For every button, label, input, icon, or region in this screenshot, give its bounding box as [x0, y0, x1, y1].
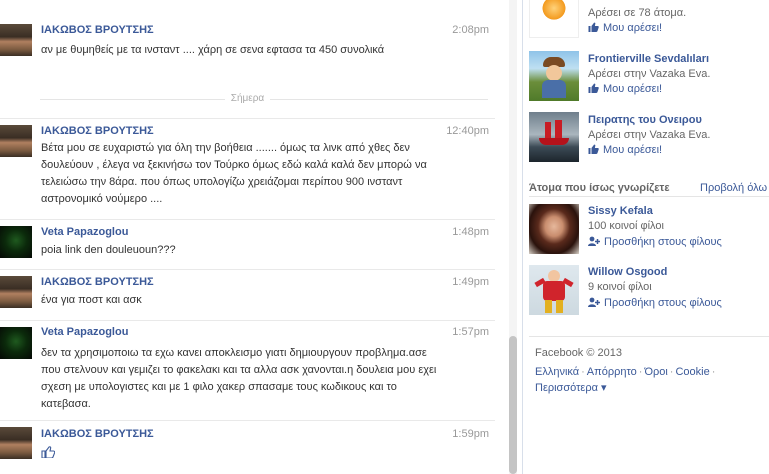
add-friend-icon — [588, 297, 600, 307]
message-time: 1:48pm — [452, 226, 489, 238]
footer-link-language[interactable]: Ελληνικά — [535, 366, 579, 378]
pymk-title: Άτομα που ίσως γνωρίζετε — [529, 182, 670, 194]
message-body: poia link den douleuoun??? — [41, 244, 176, 256]
page-like-label: Μου αρέσει! — [603, 144, 663, 156]
message-author[interactable]: ΙΑΚΩΒΟΣ ΒΡΟΥΤΣΗΣ — [41, 24, 154, 36]
footer-links: Ελληνικά · Απόρρητο · Όροι · Cookie · Περισσότε… — [535, 364, 765, 396]
message-body: δεν τα χρησιμοποιω τα εχω κανει αποκλεισ… — [41, 347, 437, 410]
person-name[interactable]: Sissy Kefala — [588, 205, 653, 217]
date-divider: Σήμερα — [0, 93, 495, 104]
avatar[interactable] — [0, 427, 32, 459]
add-friend-icon — [588, 236, 600, 246]
add-friend-button[interactable]: Προσθήκη στους φίλους — [588, 236, 722, 248]
page-liked-by: Αρέσει στην Vazaka Eva. — [588, 129, 711, 141]
right-sidebar: Αρέσει σε 78 άτομα. Μου αρέσει! Frontier… — [522, 0, 769, 474]
footer-link-privacy[interactable]: Απόρρητο — [587, 366, 637, 378]
divider — [529, 196, 769, 197]
message-author[interactable]: ΙΑΚΩΒΟΣ ΒΡΟΥΤΣΗΣ — [41, 428, 154, 440]
message-row: ΙΑΚΩΒΟΣ ΒΡΟΥΤΣΗΣ 1:59pm — [0, 420, 495, 474]
suggested-person: Willow Osgood 9 κοινοί φίλοι Προσθήκη στ… — [529, 265, 769, 317]
like-icon — [588, 83, 599, 93]
message-author[interactable]: ΙΑΚΩΒΟΣ ΒΡΟΥΤΣΗΣ — [41, 276, 154, 288]
avatar[interactable] — [0, 125, 32, 157]
message-author[interactable]: ΙΑΚΩΒΟΣ ΒΡΟΥΤΣΗΣ — [41, 125, 154, 137]
message-time: 1:57pm — [452, 326, 489, 338]
message-body: Βέτα μου σε ευχαριστώ για όλη την βοήθει… — [41, 142, 427, 205]
message-body — [41, 446, 446, 464]
message-body: ένα για ποστ και ασκ — [41, 294, 142, 306]
thumbs-up-icon — [41, 446, 56, 459]
like-icon — [588, 22, 599, 32]
footer-link-more[interactable]: Περισσότερα ▾ — [535, 382, 607, 394]
message-row: Veta Papazoglou 1:48pm poia link den dou… — [0, 219, 495, 269]
cowboy-page-thumb[interactable] — [529, 51, 579, 101]
person-name[interactable]: Willow Osgood — [588, 266, 667, 278]
ship-page-thumb[interactable] — [529, 112, 579, 162]
avatar[interactable] — [0, 276, 32, 308]
page-liked-by: Αρέσει στην Vazaka Eva. — [588, 68, 711, 80]
suggested-page: Αρέσει σε 78 άτομα. Μου αρέσει! — [529, 0, 769, 38]
page-like-label: Μου αρέσει! — [603, 22, 663, 34]
footer-link-terms[interactable]: Όροι — [644, 366, 667, 378]
add-friend-label: Προσθήκη στους φίλους — [604, 236, 722, 248]
add-friend-button[interactable]: Προσθήκη στους φίλους — [588, 297, 722, 309]
message-time: 1:59pm — [452, 428, 489, 440]
page-name[interactable]: Πειρατης του Ονειρου — [588, 114, 702, 126]
page-like-button[interactable]: Μου αρέσει! — [588, 22, 662, 34]
page-like-button[interactable]: Μου αρέσει! — [588, 83, 662, 95]
page-name[interactable]: Frontierville Sevdalıları — [588, 53, 709, 65]
cartoon-page-thumb[interactable] — [529, 0, 579, 38]
avatar[interactable] — [529, 265, 579, 315]
suggested-page: Πειρατης του Ονειρου Αρέσει στην Vazaka … — [529, 112, 769, 162]
avatar[interactable] — [0, 226, 32, 258]
message-row: Veta Papazoglou 1:57pm δεν τα χρησιμοποι… — [0, 320, 495, 420]
add-friend-label: Προσθήκη στους φίλους — [604, 297, 722, 309]
page-like-button[interactable]: Μου αρέσει! — [588, 144, 662, 156]
message-time: 1:49pm — [452, 276, 489, 288]
separator: · — [581, 366, 585, 378]
pymk-see-all-link[interactable]: Προβολή όλω — [700, 182, 767, 194]
thread-scrollbar-thumb[interactable] — [509, 336, 517, 474]
mutual-friends-count[interactable]: 100 κοινοί φίλοι — [588, 220, 664, 232]
like-icon — [588, 144, 599, 154]
suggested-person: Sissy Kefala 100 κοινοί φίλοι Προσθήκη σ… — [529, 204, 769, 256]
page-likes-count: Αρέσει σε 78 άτομα. — [588, 7, 687, 19]
avatar[interactable] — [0, 327, 32, 359]
message-row: ΙΑΚΩΒΟΣ ΒΡΟΥΤΣΗΣ 1:49pm ένα για ποστ και… — [0, 269, 495, 319]
message-author[interactable]: Veta Papazoglou — [41, 326, 128, 338]
message-thread: ΙΑΚΩΒΟΣ ΒΡΟΥΤΣΗΣ 2:08pm αν με θυμηθείς μ… — [0, 0, 505, 474]
message-author[interactable]: Veta Papazoglou — [41, 226, 128, 238]
message-row: ΙΑΚΩΒΟΣ ΒΡΟΥΤΣΗΣ 12:40pm Βέτα μου σε ευχ… — [0, 118, 495, 218]
footer-copyright: Facebook © 2013 — [535, 347, 622, 359]
message-row: ΙΑΚΩΒΟΣ ΒΡΟΥΤΣΗΣ 2:08pm αν με θυμηθείς μ… — [0, 0, 495, 96]
message-time: 2:08pm — [452, 24, 489, 36]
page-like-label: Μου αρέσει! — [603, 83, 663, 95]
avatar[interactable] — [0, 24, 32, 56]
avatar[interactable] — [529, 204, 579, 254]
mutual-friends-count[interactable]: 9 κοινοί φίλοι — [588, 281, 652, 293]
message-time: 12:40pm — [446, 125, 489, 137]
message-body: αν με θυμηθείς με τα ινσταντ .... χάρη σ… — [41, 44, 385, 56]
suggested-page: Frontierville Sevdalıları Αρέσει στην Va… — [529, 51, 769, 101]
separator: · — [711, 366, 716, 378]
date-divider-label: Σήμερα — [224, 93, 271, 104]
footer-link-cookie[interactable]: Cookie — [675, 366, 709, 378]
divider — [529, 336, 769, 337]
